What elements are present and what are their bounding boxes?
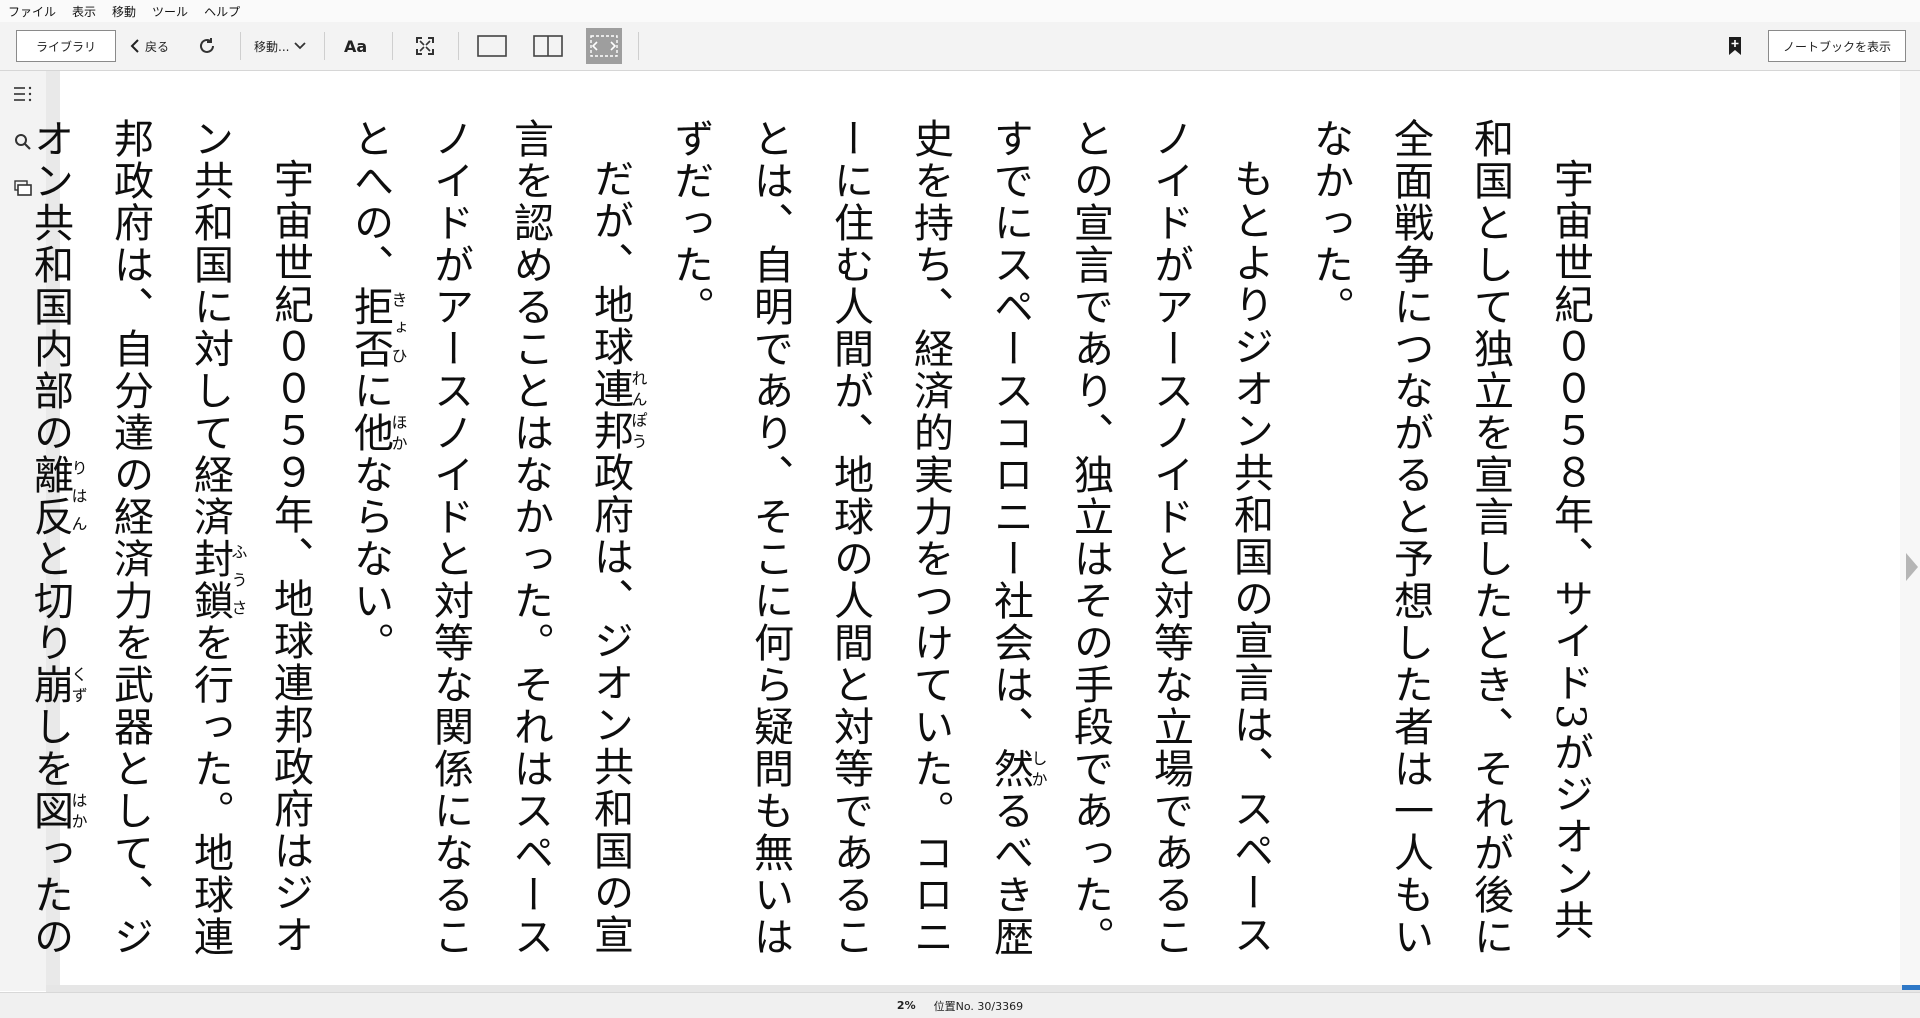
paragraph: もとよりジオン共和国の宣言は、スペースノイドがアースノイドと対等な立場であること…: [667, 118, 1273, 958]
back-chevron-icon: [130, 39, 139, 53]
add-bookmark-button[interactable]: [1724, 30, 1746, 62]
font-settings-label: Aa: [344, 36, 368, 56]
page-bottom-edge: [46, 985, 1920, 992]
paragraph: 宇宙世紀００５９年、地球連邦政府はジオン共和国に対して経済封鎖ふうさを行った。地…: [27, 118, 313, 958]
sync-button[interactable]: [194, 30, 220, 62]
fullscreen-button[interactable]: [412, 30, 438, 62]
status-bar: 2% 位置No. 30/3369: [0, 992, 1920, 1018]
back-button-label: 戻る: [145, 39, 170, 54]
menu-file[interactable]: ファイル: [0, 3, 64, 20]
goto-dropdown[interactable]: 移動...: [254, 30, 307, 62]
book-text: 宇宙世紀００５８年、サイド3がジオン共和国として独立を宣言したとき、それが後に全…: [27, 118, 1610, 978]
menu-view[interactable]: 表示: [64, 3, 104, 20]
add-bookmark-icon: [1729, 37, 1741, 55]
paragraph: 宇宙世紀００５８年、サイド3がジオン共和国として独立を宣言したとき、それが後に全…: [1307, 118, 1593, 958]
reading-location: 位置No. 30/3369: [933, 999, 1024, 1013]
menu-tools[interactable]: ツール: [144, 3, 196, 20]
font-settings-button[interactable]: Aa: [344, 30, 367, 62]
fit-width-icon: [590, 35, 618, 57]
toolbar: ライブラリ 戻る 移動... Aa ノートブックを表示: [0, 22, 1920, 71]
show-notebook-label: ノートブックを表示: [1782, 39, 1891, 54]
next-page-arrow-icon[interactable]: [1906, 553, 1918, 581]
sync-icon: [200, 38, 214, 53]
toolbar-separator: [392, 32, 393, 60]
library-button[interactable]: ライブラリ: [16, 30, 116, 62]
menu-help[interactable]: ヘルプ: [196, 3, 248, 20]
page-turn-area[interactable]: [1900, 71, 1920, 985]
show-notebook-button[interactable]: ノートブックを表示: [1768, 30, 1906, 62]
paragraph: だが、地球連邦れんぽう政府は、ジオン共和国の宣言を認めることはなかった。それはス…: [347, 118, 648, 958]
chevron-down-icon: [294, 42, 307, 50]
back-button[interactable]: 戻る: [128, 30, 169, 62]
menu-bar: ファイル 表示 移動 ツール ヘルプ: [0, 0, 1920, 22]
single-column-icon: [477, 35, 507, 57]
fit-width-button[interactable]: [586, 28, 622, 64]
toolbar-separator: [240, 32, 241, 60]
toolbar-separator: [458, 32, 459, 60]
library-button-label: ライブラリ: [35, 39, 96, 54]
goto-label: 移動...: [254, 39, 290, 54]
toolbar-separator: [638, 32, 639, 60]
two-column-button[interactable]: [530, 30, 566, 62]
two-column-icon: [533, 35, 563, 57]
progress-marker: [1902, 985, 1920, 990]
single-column-button[interactable]: [474, 30, 510, 62]
table-of-contents-icon: [14, 86, 32, 102]
fullscreen-icon: [416, 37, 434, 55]
table-of-contents-button[interactable]: [12, 83, 34, 105]
reading-progress-percent: 2%: [896, 999, 916, 1012]
toolbar-separator: [324, 32, 325, 60]
menu-go[interactable]: 移動: [104, 3, 144, 20]
